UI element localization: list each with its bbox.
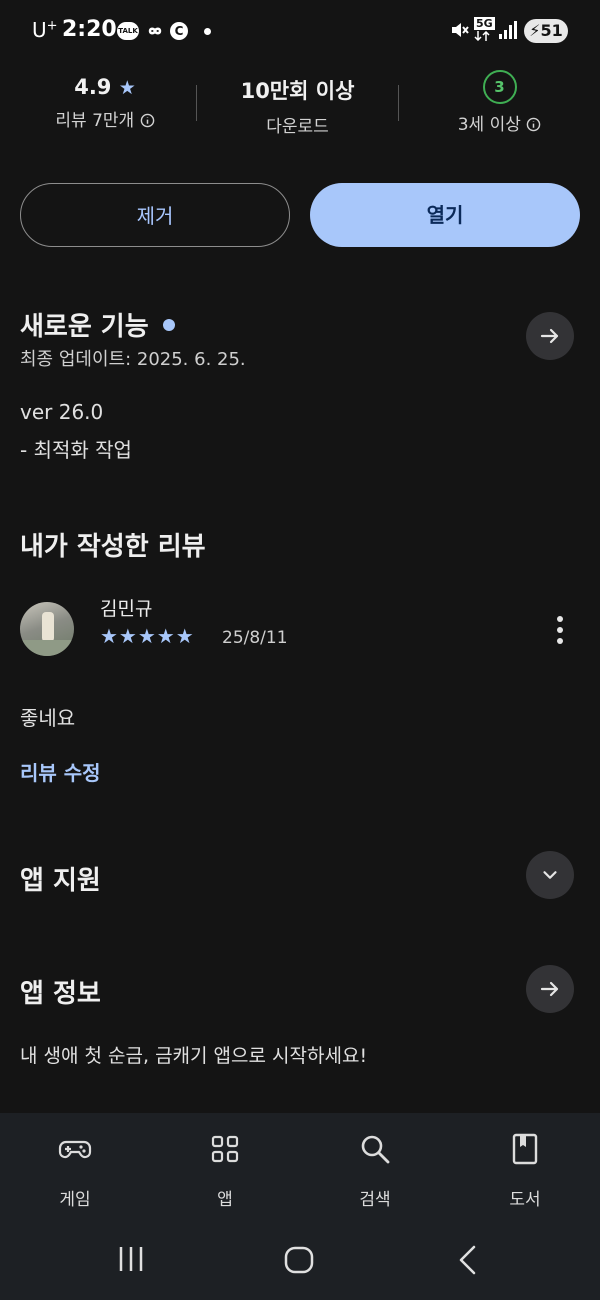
edit-review-link[interactable]: 리뷰 수정: [20, 757, 101, 786]
app-info-arrow-button[interactable]: [526, 965, 574, 1013]
my-review-title: 내가 작성한 리뷰: [20, 532, 206, 562]
last-updated: 최종 업데이트: 2025. 6. 25.: [20, 349, 246, 370]
review-count: 리뷰 7만개: [55, 111, 135, 131]
app-support-expand-button[interactable]: [526, 851, 574, 899]
stat-divider: [398, 85, 399, 121]
downloads-stat: 10만회 이상 다운로드: [210, 75, 385, 137]
uninstall-button[interactable]: 제거: [20, 183, 290, 247]
whats-new-arrow-button[interactable]: [526, 312, 574, 360]
status-bar: U+ 2:20 TALK C 5G ⚡51: [0, 0, 600, 62]
chevron-down-icon: [543, 871, 557, 879]
age-rating-label: 3세 이상: [457, 115, 521, 135]
search-icon: [361, 1135, 390, 1164]
home-icon[interactable]: [283, 1244, 315, 1276]
gamepad-icon: [58, 1140, 92, 1159]
open-button[interactable]: 열기: [310, 183, 580, 247]
downloads-label: 다운로드: [266, 117, 329, 137]
version-text: ver 26.0: [20, 400, 104, 424]
infinity-icon: [148, 27, 162, 35]
nav-item-apps[interactable]: 앱: [165, 1113, 285, 1220]
status-time: 2:20: [62, 17, 117, 42]
stat-divider: [196, 85, 197, 121]
arrow-right-icon: [540, 981, 559, 997]
back-icon[interactable]: [454, 1244, 482, 1276]
app-support-title[interactable]: 앱 지원: [20, 860, 101, 897]
network-5g-badge: 5G: [474, 17, 495, 30]
whats-new-header: 새로운 기능: [20, 306, 175, 343]
whats-new-title: 새로운 기능: [20, 312, 149, 342]
nav-label: 도서: [509, 1190, 541, 1210]
rating-value: 4.9: [74, 75, 112, 99]
app-info-title[interactable]: 앱 정보: [20, 973, 101, 1010]
recent-apps-icon[interactable]: [116, 1244, 146, 1274]
mute-icon: [452, 23, 469, 37]
info-icon: [140, 113, 154, 128]
info-icon: [526, 117, 541, 132]
rating-stat[interactable]: 4.9 ★ 리뷰 7만개: [20, 75, 190, 131]
nav-item-search[interactable]: 검색: [315, 1113, 435, 1220]
review-stars: ★★★★★: [100, 624, 195, 648]
nav-item-books[interactable]: 도서: [465, 1113, 585, 1220]
review-date: 25/8/11: [222, 628, 288, 648]
bottom-navigation: 게임 앱 검색 도서: [0, 1113, 600, 1220]
age-rating-stat[interactable]: 3 3세 이상: [412, 70, 587, 135]
app-description: 내 생애 첫 순금, 금캐기 앱으로 시작하세요!: [20, 1045, 368, 1067]
c-notification-icon: C: [170, 22, 188, 40]
downloads-value: 10만회 이상: [240, 79, 355, 103]
review-text: 좋네요: [20, 706, 76, 730]
arrow-right-icon: [540, 328, 559, 344]
more-vert-icon[interactable]: [548, 612, 572, 648]
release-notes: - 최적화 작업: [20, 438, 132, 462]
avatar: [20, 602, 74, 656]
new-indicator-dot: [162, 318, 175, 331]
nav-label: 검색: [359, 1190, 391, 1210]
apps-grid-icon: [211, 1135, 239, 1163]
nav-label: 게임: [59, 1190, 91, 1210]
signal-strength-icon: [499, 21, 517, 39]
battery-indicator: ⚡51: [524, 19, 568, 43]
age-rating-badge: 3: [482, 70, 517, 104]
data-arrows-icon: [474, 31, 490, 41]
more-notifications-dot-icon: [204, 28, 211, 35]
nav-label: 앱: [217, 1190, 233, 1210]
rating-star-icon: ★: [118, 77, 136, 99]
carrier-label: U+: [32, 18, 58, 42]
system-navigation-bar: [0, 1220, 600, 1300]
reviewer-name: 김민규: [100, 598, 153, 620]
book-icon: [512, 1133, 538, 1165]
kakaotalk-notification-icon: TALK: [117, 22, 139, 40]
nav-item-games[interactable]: 게임: [15, 1113, 135, 1220]
